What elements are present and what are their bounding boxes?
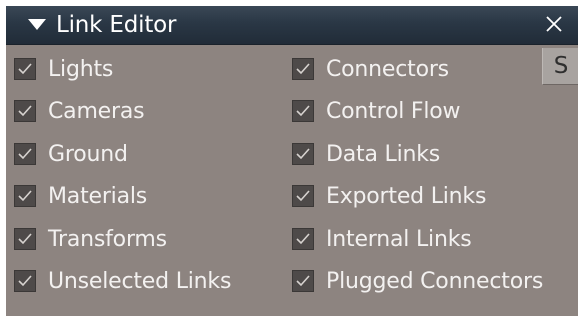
checkbox[interactable]: [292, 58, 314, 80]
checkmark-icon: [296, 63, 310, 75]
option-label: Materials: [48, 183, 148, 209]
window-title: Link Editor: [56, 12, 177, 38]
checkbox[interactable]: [14, 143, 36, 165]
close-icon: [546, 16, 562, 32]
checkbox[interactable]: [14, 185, 36, 207]
option-transforms[interactable]: Transforms: [14, 222, 167, 256]
checkbox[interactable]: [14, 270, 36, 292]
close-button[interactable]: [538, 8, 570, 40]
option-ground[interactable]: Ground: [14, 137, 128, 171]
checkbox[interactable]: [292, 100, 314, 122]
option-exported-links[interactable]: Exported Links: [292, 179, 486, 213]
checkmark-icon: [296, 148, 310, 160]
checkmark-icon: [18, 275, 32, 287]
option-control-flow[interactable]: Control Flow: [292, 94, 461, 128]
option-label: Control Flow: [326, 98, 461, 124]
option-label: Data Links: [326, 141, 441, 167]
option-data-links[interactable]: Data Links: [292, 137, 440, 171]
option-label: Unselected Links: [48, 268, 232, 294]
option-label: Transforms: [48, 226, 167, 252]
option-plugged-connectors[interactable]: Plugged Connectors: [292, 264, 543, 298]
checkbox[interactable]: [14, 228, 36, 250]
option-label: Plugged Connectors: [326, 268, 544, 294]
checkbox[interactable]: [292, 270, 314, 292]
title-bar: Link Editor: [6, 6, 578, 45]
checkbox[interactable]: [292, 228, 314, 250]
option-label: Ground: [48, 141, 128, 167]
option-label: Connectors: [326, 56, 449, 82]
side-panel-button[interactable]: S: [542, 48, 578, 85]
checkmark-icon: [18, 148, 32, 160]
checkmark-icon: [296, 105, 310, 117]
collapse-triangle-icon[interactable]: [28, 19, 46, 30]
checkmark-icon: [18, 233, 32, 245]
checkbox[interactable]: [14, 58, 36, 80]
option-materials[interactable]: Materials: [14, 179, 147, 213]
option-label: Cameras: [48, 98, 145, 124]
option-connectors[interactable]: Connectors: [292, 52, 449, 86]
checkbox[interactable]: [292, 185, 314, 207]
checkbox[interactable]: [14, 100, 36, 122]
link-editor-panel: Link Editor S Lights Cameras Ground Mate…: [6, 6, 578, 316]
option-internal-links[interactable]: Internal Links: [292, 222, 472, 256]
checkmark-icon: [18, 63, 32, 75]
option-label: Lights: [48, 56, 114, 82]
option-cameras[interactable]: Cameras: [14, 94, 145, 128]
checkmark-icon: [296, 275, 310, 287]
option-label: Exported Links: [326, 183, 487, 209]
checkmark-icon: [296, 190, 310, 202]
checkbox[interactable]: [292, 143, 314, 165]
option-lights[interactable]: Lights: [14, 52, 113, 86]
checkmark-icon: [18, 105, 32, 117]
option-unselected-links[interactable]: Unselected Links: [14, 264, 231, 298]
checkmark-icon: [296, 233, 310, 245]
option-label: Internal Links: [326, 226, 472, 252]
checkmark-icon: [18, 190, 32, 202]
